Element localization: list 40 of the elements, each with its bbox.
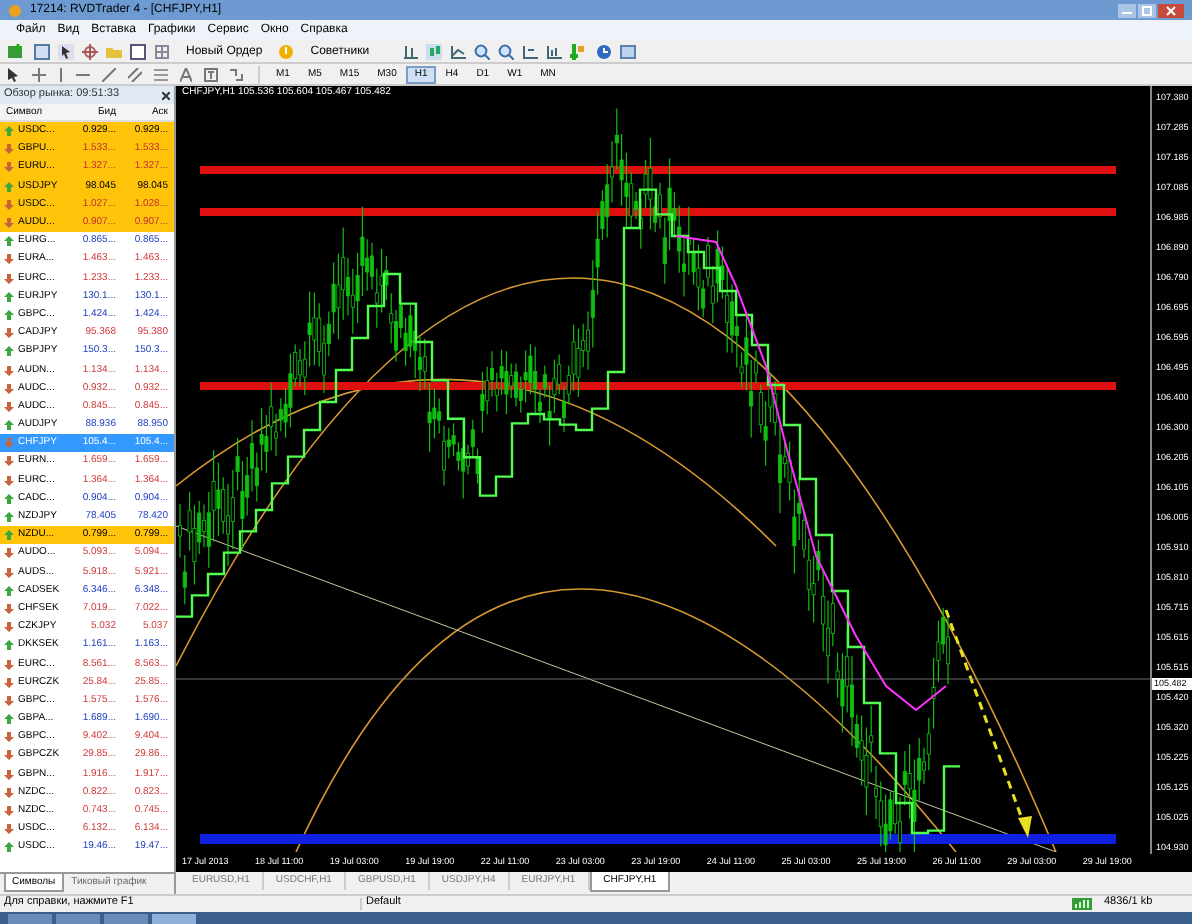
up-arrow-icon [4, 181, 14, 192]
up-arrow-icon [4, 585, 14, 596]
up-arrow-icon [4, 420, 14, 431]
app-icon [8, 3, 22, 17]
window-icon[interactable] [130, 43, 146, 59]
minimize-icon[interactable] [1118, 3, 1136, 17]
zoom-out-icon[interactable] [497, 43, 514, 59]
vertical-line-icon[interactable] [58, 67, 64, 81]
close-icon[interactable] [162, 91, 170, 99]
autoscroll-icon[interactable] [545, 43, 562, 59]
down-arrow-icon [4, 328, 14, 339]
close-icon[interactable] [1158, 3, 1184, 17]
indicators-icon[interactable] [569, 43, 588, 59]
label-icon[interactable] [204, 67, 218, 81]
grid-icon[interactable] [154, 43, 170, 59]
chart-shift-icon[interactable] [521, 43, 538, 59]
horizontal-line-icon[interactable] [76, 71, 90, 77]
channel-icon[interactable] [128, 67, 142, 81]
bar-chart-icon[interactable] [401, 43, 418, 59]
candle-chart-icon[interactable] [425, 43, 442, 59]
clock-icon[interactable] [595, 43, 612, 59]
crosshair-icon[interactable] [32, 67, 46, 81]
up-arrow-icon [4, 640, 14, 651]
up-arrow-icon [4, 842, 14, 853]
arrow-tool-icon[interactable] [230, 67, 246, 81]
cursor-icon[interactable] [8, 67, 20, 81]
cursor-icon[interactable] [58, 43, 74, 59]
text-icon[interactable] [180, 67, 192, 81]
new-chart-icon[interactable] [8, 43, 26, 59]
up-arrow-icon [4, 236, 14, 247]
connection-icon [1072, 898, 1092, 910]
template-icon[interactable] [619, 43, 636, 59]
up-arrow-icon [4, 714, 14, 725]
up-arrow-icon [4, 346, 14, 357]
trendline-icon[interactable] [102, 67, 116, 81]
zoom-in-icon[interactable] [473, 43, 490, 59]
maximize-icon[interactable] [1138, 3, 1156, 17]
up-arrow-icon [4, 126, 14, 137]
crosshair-icon[interactable] [82, 43, 98, 59]
line-chart-icon[interactable] [449, 43, 466, 59]
